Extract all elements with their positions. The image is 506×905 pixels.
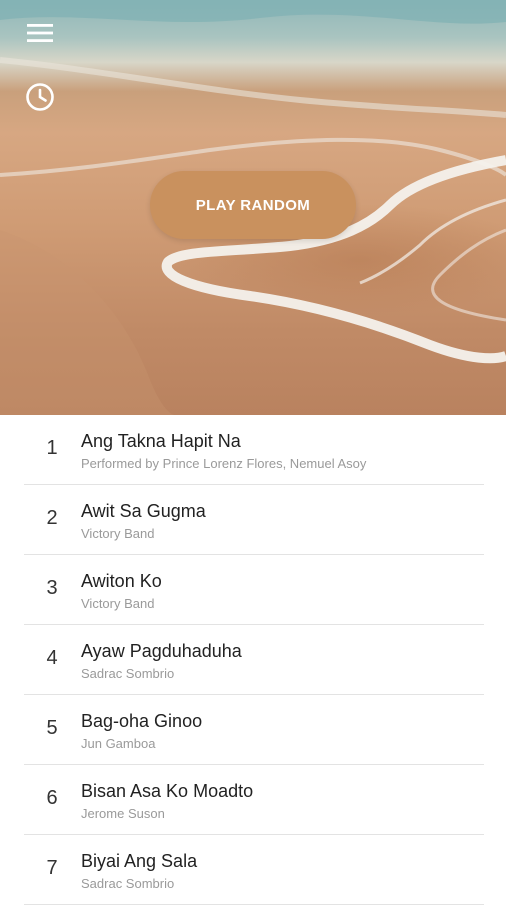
song-title: Bag-oha Ginoo — [81, 711, 203, 731]
song-list-item[interactable]: 7 Biyai Ang Sala Sadrac Sombrio — [24, 835, 484, 905]
song-title: Bisan Asa Ko Moadto — [81, 781, 254, 801]
song-title: Ayaw Pagduhaduha — [81, 641, 242, 661]
song-title: Ang Takna Hapit Na — [81, 431, 241, 451]
song-artist: Jun Gamboa — [81, 736, 156, 751]
song-number: 3 — [46, 577, 58, 599]
song-list: 1 Ang Takna Hapit Na Performed by Prince… — [24, 415, 484, 905]
song-list-item[interactable]: 6 Bisan Asa Ko Moadto Jerome Suson — [24, 765, 484, 835]
song-number: 6 — [46, 787, 58, 809]
song-artist: Performed by Prince Lorenz Flores, Nemue… — [81, 456, 367, 471]
song-number: 2 — [46, 507, 58, 529]
hamburger-menu-icon[interactable] — [20, 13, 60, 53]
clock-icon[interactable] — [20, 77, 60, 117]
song-number: 4 — [46, 647, 58, 669]
song-list-item[interactable]: 3 Awiton Ko Victory Band — [24, 555, 484, 625]
song-artist: Victory Band — [81, 596, 155, 611]
song-artist: Sadrac Sombrio — [81, 876, 175, 891]
song-artist: Victory Band — [81, 526, 155, 541]
song-number: 5 — [46, 717, 58, 739]
song-artist: Jerome Suson — [81, 806, 165, 821]
song-title: Awiton Ko — [81, 571, 162, 591]
song-list-item[interactable]: 2 Awit Sa Gugma Victory Band — [24, 485, 484, 555]
song-artist: Sadrac Sombrio — [81, 666, 175, 681]
song-number: 1 — [46, 437, 58, 459]
song-title: Biyai Ang Sala — [81, 851, 198, 871]
song-list-item[interactable]: 4 Ayaw Pagduhaduha Sadrac Sombrio — [24, 625, 484, 695]
song-title: Awit Sa Gugma — [81, 501, 206, 521]
song-number: 7 — [46, 857, 58, 879]
song-list-item[interactable]: 1 Ang Takna Hapit Na Performed by Prince… — [24, 415, 484, 485]
beach-header-image: PLAY RANDOM — [0, 0, 506, 415]
play-random-button[interactable]: PLAY RANDOM — [150, 171, 356, 239]
song-list-item[interactable]: 5 Bag-oha Ginoo Jun Gamboa — [24, 695, 484, 765]
